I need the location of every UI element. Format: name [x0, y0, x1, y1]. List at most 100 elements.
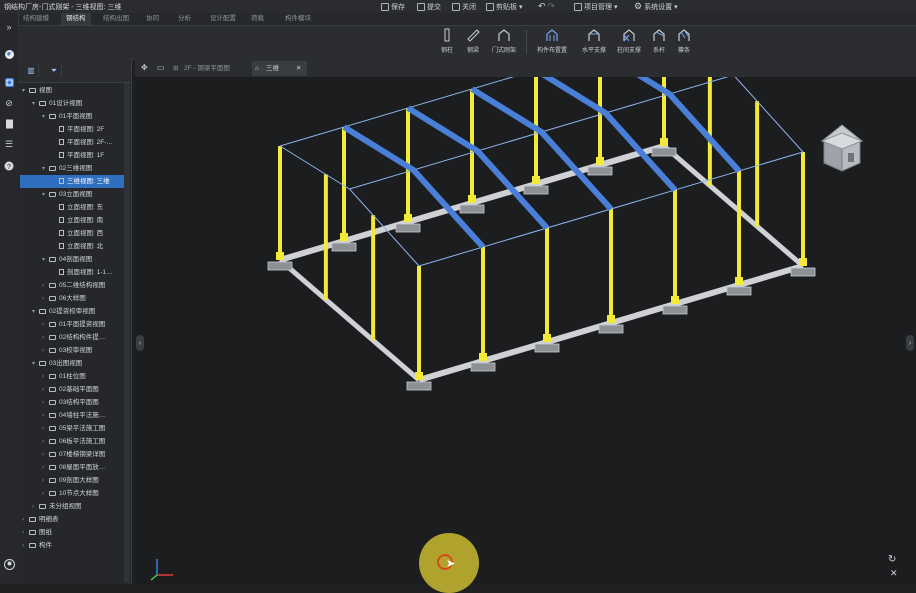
collapse-left-icon[interactable]: ‹: [136, 335, 144, 351]
tree-node[interactable]: › 01平面提资视图: [20, 318, 124, 331]
viewcube-home-icon[interactable]: [816, 119, 868, 177]
chevron-down-icon: ▾: [519, 3, 523, 11]
tree-node[interactable]: ▾ 01平面视图: [20, 110, 124, 123]
close-doc-button[interactable]: 关闭: [452, 1, 476, 12]
tree-node[interactable]: 三维视图: 三维: [20, 175, 124, 188]
chevron-down-icon[interactable]: ▾: [22, 85, 29, 98]
tree-node-label: 08屋面平面放…: [59, 464, 106, 471]
tree-node[interactable]: › 04墙柱平法施…: [20, 409, 124, 422]
model-icon[interactable]: [3, 76, 15, 88]
tree-node[interactable]: ▾ 03立面视图: [20, 188, 124, 201]
help-icon[interactable]: ?: [3, 160, 15, 172]
tree-node[interactable]: › 08屋面平面放…: [20, 461, 124, 474]
folder-icon: [49, 373, 56, 379]
tree-node[interactable]: › 06大样图: [20, 292, 124, 305]
member-layout-icon: [546, 29, 558, 41]
tree-node[interactable]: ▾ 04剖面视图: [20, 253, 124, 266]
tab-drawing[interactable]: 结构出图: [98, 13, 134, 25]
tree-node[interactable]: › 02基础平面图: [20, 383, 124, 396]
tree-node[interactable]: 平面视图: 2F-…: [20, 136, 124, 149]
steel-column-button[interactable]: 钢柱: [433, 28, 461, 58]
tab-design-config[interactable]: 设计配置: [205, 13, 241, 25]
tree-node[interactable]: › 05梁平法施工图: [20, 422, 124, 435]
tree-node[interactable]: › 05二维结构视图: [20, 279, 124, 292]
tree-node[interactable]: › 03结构平面图: [20, 396, 124, 409]
expand-panel-icon[interactable]: »: [3, 21, 15, 33]
tab-structure-modeling[interactable]: 结构建模: [18, 13, 54, 25]
tab-components[interactable]: 构件模块: [280, 13, 316, 25]
tree-node[interactable]: › 10节点大样图: [20, 487, 124, 500]
tab-analysis[interactable]: 分析: [173, 13, 196, 25]
panel-layout-icon[interactable]: ▥: [24, 64, 39, 77]
tree-node[interactable]: › 构件: [20, 539, 124, 552]
filter-icon[interactable]: ⏷: [47, 64, 62, 77]
save-button[interactable]: 保存: [381, 1, 405, 12]
document-icon[interactable]: [3, 118, 15, 130]
project-menu[interactable]: 项目管理 ▾: [574, 1, 618, 12]
window-icon[interactable]: ▭: [157, 63, 165, 72]
tree-node[interactable]: › 01柱位图: [20, 370, 124, 383]
portal-frame-button[interactable]: 门式刚架: [490, 28, 518, 58]
project-icon: [574, 2, 582, 11]
tree-node[interactable]: › 06板平法施工图: [20, 435, 124, 448]
tree-node[interactable]: › 07楼梯钢梁详图: [20, 448, 124, 461]
tree-node-label: 01设计视图: [49, 100, 83, 107]
tree-node[interactable]: ▾ 01设计视图: [20, 97, 124, 110]
steel-beam-button[interactable]: 钢梁: [459, 28, 487, 58]
tree-node[interactable]: ▾ 02三维视图: [20, 162, 124, 175]
chevron-down-icon[interactable]: ▾: [32, 358, 39, 371]
tab-load[interactable]: 荷载: [246, 13, 269, 25]
tree-node[interactable]: › 未分组视图: [20, 500, 124, 513]
tab-2f-beam-plan[interactable]: ⊞ 2F - 钢梁平面图: [170, 61, 248, 76]
close-tab-icon[interactable]: ✕: [296, 61, 301, 76]
chevron-down-icon[interactable]: ▾: [42, 163, 49, 176]
clipboard-button[interactable]: 剪贴板 ▾: [486, 1, 523, 12]
user-avatar-icon[interactable]: [3, 558, 15, 570]
tree-node[interactable]: ▾ 03出图视图: [20, 357, 124, 370]
tree-node[interactable]: 立面视图: 南: [20, 214, 124, 227]
3d-view-icon: ⌂: [255, 65, 259, 72]
submit-button[interactable]: 提交: [417, 1, 441, 12]
tab-steel-structure[interactable]: 钢结构: [61, 13, 91, 25]
close-view-icon[interactable]: ✕: [890, 568, 898, 579]
footing: [534, 343, 560, 353]
purlin-button[interactable]: 檩条: [670, 28, 698, 58]
column-brace-button[interactable]: 柱间支撑: [615, 28, 643, 58]
horizontal-brace-button[interactable]: 水平支撑: [580, 28, 608, 58]
tree-node[interactable]: ▾ 02提资校审视图: [20, 305, 124, 318]
undo-button[interactable]: ↶ ↷: [538, 1, 555, 12]
chevron-down-icon[interactable]: ▾: [32, 98, 39, 111]
chevron-down-icon[interactable]: ▾: [42, 254, 49, 267]
tree-node[interactable]: 立面视图: 北: [20, 240, 124, 253]
tab-collaboration[interactable]: 协同: [141, 13, 164, 25]
tree-node[interactable]: › 03校审视图: [20, 344, 124, 357]
list-icon[interactable]: ☰: [3, 138, 15, 150]
tree-node[interactable]: › 02结构构件提…: [20, 331, 124, 344]
tree-node[interactable]: › 图纸: [20, 526, 124, 539]
folder-icon: [49, 490, 56, 496]
3d-viewport[interactable]: ‹ › ↻ ✕ ➤: [135, 31, 916, 593]
portal-frame-model[interactable]: [135, 31, 916, 584]
tree-node[interactable]: 平面视图: 1F: [20, 149, 124, 162]
move-icon[interactable]: ✥: [141, 63, 148, 72]
chevron-down-icon[interactable]: ▾: [42, 111, 49, 124]
rotate-view-icon[interactable]: ↻: [888, 554, 896, 565]
tree-node[interactable]: 立面视图: 东: [20, 201, 124, 214]
tree-scrollbar[interactable]: [124, 83, 130, 583]
tree-node[interactable]: ▾ 视图: [20, 84, 124, 97]
settings-menu[interactable]: ⚙ 系统设置 ▾: [634, 1, 678, 12]
chevron-down-icon[interactable]: ▾: [42, 189, 49, 202]
tab-3d-view[interactable]: ⌂ 三维 ✕: [252, 61, 307, 76]
tree-node[interactable]: 平面视图: 2F: [20, 123, 124, 136]
chevron-down-icon[interactable]: ▾: [32, 306, 39, 319]
tree-node[interactable]: › 09剖面大样图: [20, 474, 124, 487]
tree-node[interactable]: 剖面视图: 1-1…: [20, 266, 124, 279]
chevron-right-icon[interactable]: ›: [22, 540, 29, 553]
member-layout-button[interactable]: 构件布置置: [537, 28, 567, 58]
tree-node[interactable]: 立面视图: 西: [20, 227, 124, 240]
tie-rod-button[interactable]: 系杆: [645, 28, 673, 58]
tree-node[interactable]: › 明细表: [20, 513, 124, 526]
collapse-right-icon[interactable]: ›: [906, 335, 914, 351]
globe-icon[interactable]: [3, 48, 15, 60]
link-icon[interactable]: ⊘: [3, 97, 15, 109]
